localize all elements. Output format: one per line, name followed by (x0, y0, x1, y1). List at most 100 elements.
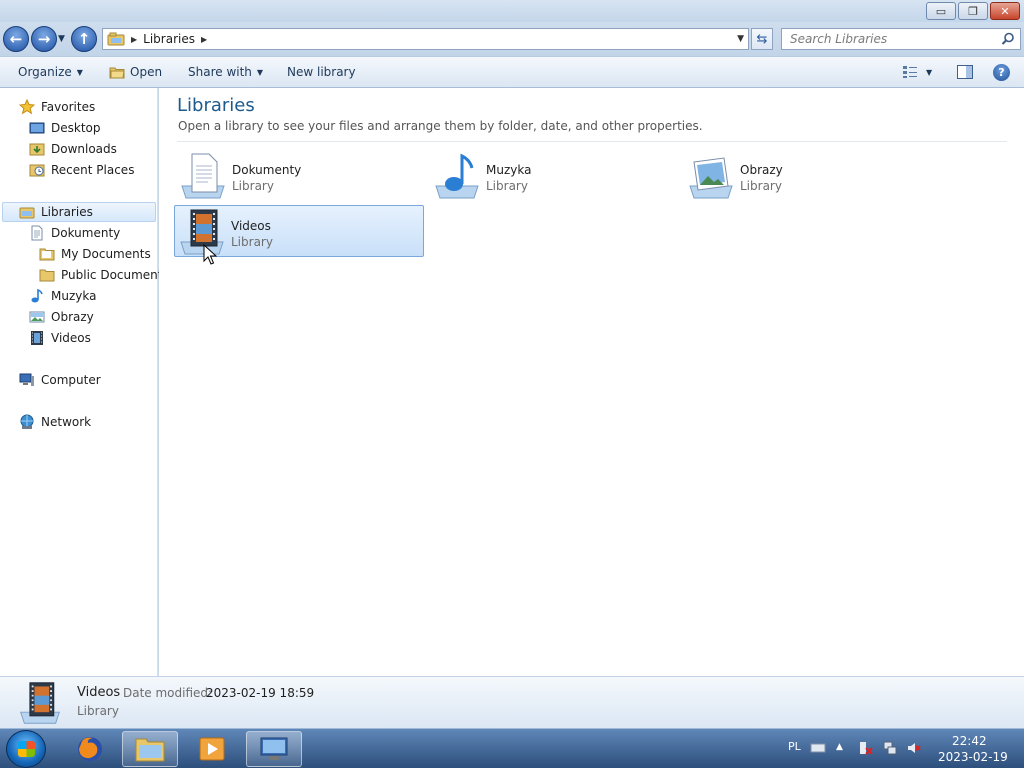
maximize-button[interactable]: ❐ (958, 2, 988, 20)
nav-network-label: Network (41, 415, 92, 429)
nav-videos[interactable]: Videos (29, 328, 91, 348)
search-input[interactable] (782, 29, 992, 49)
library-tile-muzyka[interactable]: Muzyka Library (429, 149, 679, 201)
desktop-icon (29, 122, 45, 134)
nav-libraries-label: Libraries (41, 205, 93, 219)
details-pane: Videos Date modified: 2023-02-19 18:59 L… (0, 676, 1024, 728)
nav-videos-label: Videos (51, 331, 91, 345)
nav-dokumenty[interactable]: Dokumenty (29, 223, 120, 243)
music-note-icon (31, 288, 43, 303)
folder-icon (39, 248, 55, 261)
nav-dokumenty-label: Dokumenty (51, 226, 121, 240)
nav-network[interactable]: Network (19, 412, 91, 432)
star-icon (19, 99, 35, 115)
nav-desktop[interactable]: Desktop (29, 118, 101, 138)
nav-muzyka-label: Muzyka (51, 289, 97, 303)
open-button[interactable]: Open (109, 65, 162, 79)
nav-libraries[interactable]: Libraries (2, 202, 156, 222)
nav-obrazy-label: Obrazy (51, 310, 94, 324)
network-status-icon[interactable] (882, 740, 898, 756)
refresh-icon: ⇆ (756, 31, 768, 47)
library-type: Library (486, 179, 528, 193)
videos-library-icon (20, 682, 60, 724)
nav-my-documents-label: My Documents (61, 247, 151, 261)
nav-computer[interactable]: Computer (19, 370, 101, 390)
computer-icon (19, 373, 34, 386)
address-history-dropdown[interactable]: ▼ (737, 34, 744, 44)
breadcrumb-libraries[interactable]: Libraries (143, 32, 195, 46)
chevron-right-icon[interactable]: ▶ (131, 35, 137, 44)
nav-downloads[interactable]: Downloads (29, 139, 117, 159)
chevron-right-icon[interactable]: ▶ (201, 35, 207, 44)
details-date-value: 2023-02-19 18:59 (206, 686, 315, 700)
language-indicator[interactable]: PL (788, 740, 801, 753)
taskbar-media-player[interactable] (184, 731, 240, 767)
recent-pages-dropdown[interactable]: ▼ (58, 34, 65, 44)
start-button[interactable] (6, 730, 46, 768)
new-library-button[interactable]: New library (287, 65, 356, 79)
details-type: Library (77, 704, 119, 718)
library-type: Library (232, 179, 274, 193)
nav-favorites[interactable]: Favorites (19, 97, 95, 117)
command-bar: Organize ▼ Open Share with ▼ New library… (0, 56, 1024, 88)
clock-date[interactable]: 2023-02-19 (938, 750, 1008, 764)
arrow-right-icon: → (37, 30, 51, 48)
minimize-button[interactable]: ▭ (926, 2, 956, 20)
pictures-icon (29, 311, 45, 323)
nav-obrazy[interactable]: Obrazy (29, 307, 94, 327)
libraries-icon (19, 207, 35, 219)
refresh-button[interactable]: ⇆ (751, 28, 773, 50)
up-button[interactable]: ↑ (71, 26, 97, 52)
details-date-label: Date modified: (123, 686, 213, 700)
pictures-library-icon (689, 157, 733, 199)
taskbar-explorer[interactable] (122, 731, 178, 767)
nav-recent-places[interactable]: Recent Places (29, 160, 134, 180)
library-type: Library (231, 235, 273, 249)
show-hidden-icons[interactable]: ▲ (836, 742, 852, 758)
nav-muzyka[interactable]: Muzyka (29, 286, 96, 306)
nav-public-documents-label: Public Documents (61, 268, 169, 282)
nav-downloads-label: Downloads (51, 142, 117, 156)
help-button[interactable]: ? (993, 64, 1010, 81)
preview-pane-button[interactable] (957, 65, 973, 79)
nav-recent-places-label: Recent Places (51, 163, 135, 177)
forward-button[interactable]: → (31, 26, 57, 52)
nav-my-documents[interactable]: My Documents (39, 244, 151, 264)
folder-open-icon (109, 67, 125, 78)
library-name: Dokumenty (232, 163, 302, 177)
libraries-icon (107, 32, 125, 46)
taskbar-firefox[interactable] (62, 731, 118, 767)
action-center-icon[interactable] (858, 740, 874, 756)
search-box[interactable] (781, 28, 1021, 50)
organize-label: Organize (18, 65, 72, 79)
share-with-button[interactable]: Share with ▼ (188, 65, 263, 79)
back-button[interactable]: ← (3, 26, 29, 52)
taskbar-remote-desktop[interactable] (246, 731, 302, 767)
search-icon[interactable] (1001, 32, 1015, 46)
nav-public-documents[interactable]: Public Documents (39, 265, 169, 285)
navigation-pane: Favorites Desktop Downloads Recent Place… (0, 88, 169, 676)
divider (177, 141, 1007, 142)
change-view-button[interactable]: ▼ (902, 65, 932, 79)
arrow-left-icon: ← (9, 30, 23, 48)
nav-computer-label: Computer (41, 373, 101, 387)
network-icon (20, 414, 34, 429)
clock-time[interactable]: 22:42 (952, 734, 987, 748)
volume-muted-icon[interactable] (906, 740, 922, 756)
page-subtitle: Open a library to see your files and arr… (178, 119, 703, 133)
address-bar[interactable]: ▶ Libraries ▶ ▼ (102, 28, 749, 50)
keyboard-icon[interactable] (810, 740, 826, 756)
library-tile-obrazy[interactable]: Obrazy Library (683, 149, 933, 201)
organize-button[interactable]: Organize ▼ (18, 65, 83, 79)
arrow-up-icon: ↑ (77, 30, 91, 48)
chevron-down-icon[interactable]: ▼ (926, 68, 932, 77)
library-name: Obrazy (740, 163, 783, 177)
close-button[interactable]: ✕ (990, 2, 1020, 20)
new-library-label: New library (287, 65, 356, 79)
library-tile-dokumenty[interactable]: Dokumenty Library (175, 149, 425, 201)
share-with-label: Share with (188, 65, 252, 79)
help-icon: ? (998, 66, 1005, 79)
firefox-icon (78, 737, 102, 761)
library-name: Videos (231, 219, 271, 233)
content-area: Libraries Open a library to see your fil… (159, 88, 1024, 676)
